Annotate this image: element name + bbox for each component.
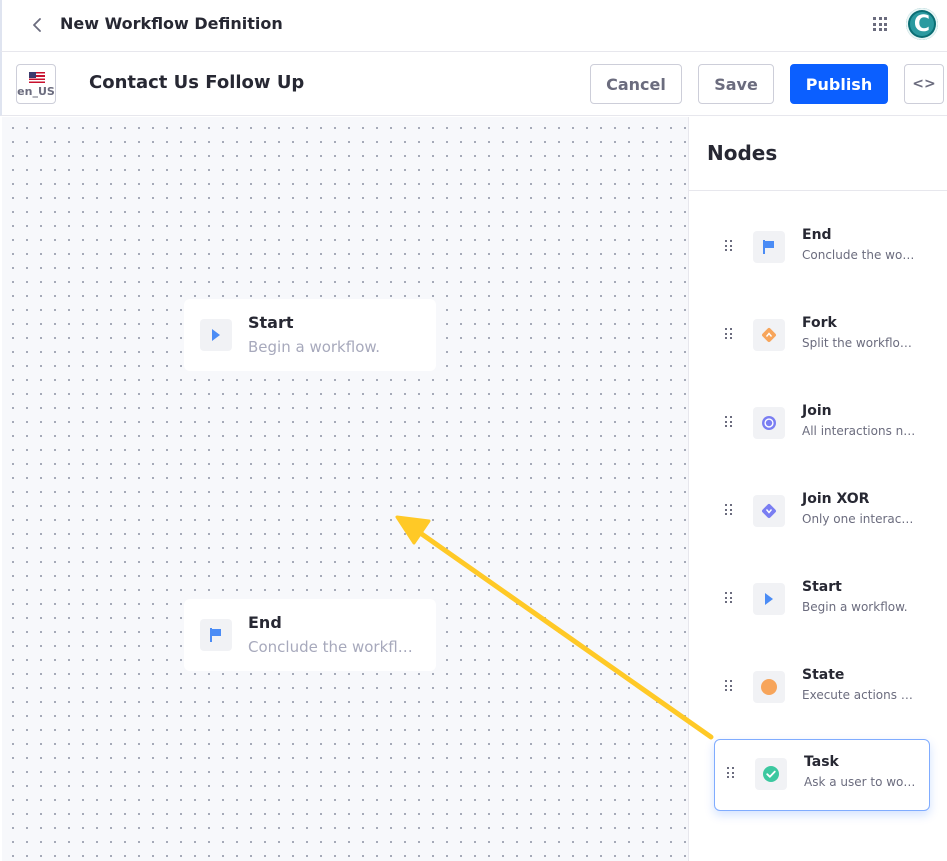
sidebar-node-label: Join <box>802 403 832 419</box>
sidebar-node-task[interactable]: Task Ask a user to work on the item. <box>714 739 930 811</box>
canvas-node-label: Start <box>248 313 294 332</box>
play-icon <box>200 319 232 351</box>
cancel-button[interactable]: Cancel <box>590 64 682 104</box>
sidebar-title: Nodes <box>707 141 778 165</box>
locale-button[interactable]: en_US <box>16 64 56 104</box>
sidebar-node-label: Start <box>802 579 842 595</box>
top-bar: New Workflow Definition C <box>0 0 947 52</box>
check-circle-icon <box>755 758 787 790</box>
canvas-node-label: End <box>248 613 282 632</box>
state-icon <box>753 671 785 703</box>
sidebar-node-fork[interactable]: Fork Split the workflow into multiple pa… <box>713 301 929 373</box>
save-button[interactable]: Save <box>698 64 774 104</box>
sidebar-node-end[interactable]: End Conclude the workflow. <box>713 213 929 285</box>
us-flag-icon <box>29 72 45 83</box>
avatar[interactable]: C <box>906 8 938 40</box>
grid-icon[interactable] <box>873 17 887 31</box>
avatar-initial: C <box>913 11 931 37</box>
sidebar-node-label: Fork <box>802 315 837 331</box>
canvas-node-end[interactable]: End Conclude the workflow. <box>184 599 436 671</box>
drag-handle-icon[interactable] <box>725 328 733 340</box>
drag-handle-icon[interactable] <box>725 504 733 516</box>
join-icon <box>753 407 785 439</box>
flag-icon <box>200 619 232 651</box>
sidebar-node-description: Ask a user to work on the item. <box>804 775 920 789</box>
flag-icon <box>753 231 785 263</box>
sidebar-node-start[interactable]: Start Begin a workflow. <box>713 565 929 637</box>
fork-icon <box>753 319 785 351</box>
drag-handle-icon[interactable] <box>725 680 733 692</box>
canvas-node-description: Conclude the workflow. <box>248 638 420 656</box>
sidebar-node-label: Task <box>804 754 839 770</box>
back-button[interactable] <box>28 15 46 35</box>
drag-handle-icon[interactable] <box>725 592 733 604</box>
divider <box>689 190 947 191</box>
locale-label: en_US <box>17 85 55 98</box>
canvas-node-start[interactable]: Start Begin a workflow. <box>184 299 436 371</box>
page-title: New Workflow Definition <box>60 14 283 33</box>
sidebar-node-description: All interactions need to be completed. <box>802 424 918 438</box>
sidebar-node-description: Begin a workflow. <box>802 600 908 614</box>
code-view-button[interactable]: <> <box>904 64 944 104</box>
workflow-canvas[interactable]: Start Begin a workflow. End Conclude the… <box>2 117 688 861</box>
workflow-name[interactable]: Contact Us Follow Up <box>89 72 304 93</box>
canvas-node-description: Begin a workflow. <box>248 338 381 356</box>
sidebar-node-state[interactable]: State Execute actions automatically. <box>713 653 929 725</box>
sidebar-node-description: Conclude the workflow. <box>802 248 918 262</box>
nodes-sidebar: Nodes End Conclude the workflow. Fork Sp… <box>688 117 947 861</box>
sidebar-node-description: Only one interaction needs to be complet… <box>802 512 918 526</box>
drag-handle-icon[interactable] <box>725 416 733 428</box>
workflow-toolbar: en_US Contact Us Follow Up Cancel Save P… <box>0 52 947 116</box>
sidebar-node-join-xor[interactable]: Join XOR Only one interaction needs to b… <box>713 477 929 549</box>
join-xor-icon <box>753 495 785 527</box>
sidebar-node-description: Split the workflow into multiple paths. <box>802 336 918 350</box>
sidebar-node-label: State <box>802 667 845 683</box>
sidebar-node-label: End <box>802 227 832 243</box>
publish-button[interactable]: Publish <box>790 64 888 104</box>
drag-handle-icon[interactable] <box>725 240 733 252</box>
sidebar-node-join[interactable]: Join All interactions need to be complet… <box>713 389 929 461</box>
sidebar-node-description: Execute actions automatically. <box>802 688 918 702</box>
drag-handle-icon[interactable] <box>727 767 735 779</box>
chevron-left-icon <box>33 18 41 32</box>
play-icon <box>753 583 785 615</box>
sidebar-node-label: Join XOR <box>802 491 870 507</box>
